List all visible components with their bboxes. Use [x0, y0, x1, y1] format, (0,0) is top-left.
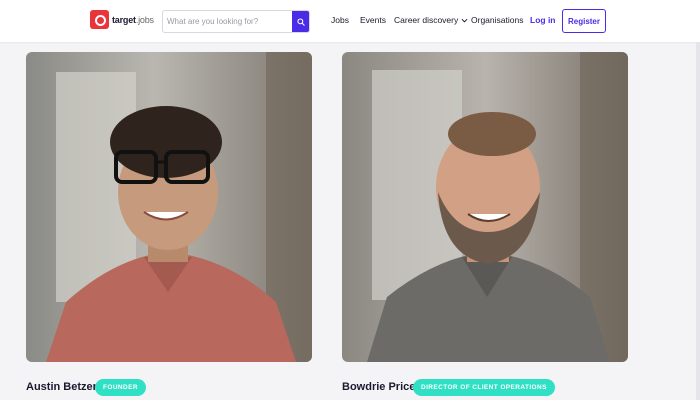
- team-member-name: Bowdrie Price: [342, 381, 416, 393]
- register-button[interactable]: Register: [562, 9, 606, 33]
- nav-organisations[interactable]: Organisations: [471, 15, 523, 25]
- logo-text: target.jobs: [112, 15, 154, 25]
- nav-jobs[interactable]: Jobs: [331, 15, 349, 25]
- logo-mark-icon: [90, 10, 109, 29]
- search-button[interactable]: [292, 11, 309, 32]
- team-member-photo: [342, 52, 628, 362]
- logo-name: target: [112, 14, 136, 25]
- page-scrollbar[interactable]: [696, 42, 700, 400]
- logo-suffix: .jobs: [135, 14, 154, 25]
- portrait-image: [342, 52, 628, 362]
- portrait-image: [26, 52, 312, 362]
- nav-events[interactable]: Events: [360, 15, 386, 25]
- login-link[interactable]: Log in: [530, 15, 556, 25]
- role-badge: FOUNDER: [95, 379, 146, 396]
- site-header: target.jobs Jobs Events Career discovery…: [0, 0, 700, 42]
- team-member-photo: [26, 52, 312, 362]
- chevron-down-icon: [461, 18, 468, 22]
- search-bar: [162, 10, 310, 33]
- search-icon: [296, 17, 305, 26]
- site-logo[interactable]: target.jobs: [90, 10, 154, 29]
- search-input[interactable]: [163, 11, 293, 32]
- nav-career-discovery[interactable]: Career discovery: [394, 15, 468, 25]
- role-badge: DIRECTOR OF CLIENT OPERATIONS: [413, 379, 555, 396]
- team-member-name: Austin Betzer: [26, 381, 97, 393]
- nav-career-discovery-label: Career discovery: [394, 15, 459, 25]
- page: target.jobs Jobs Events Career discovery…: [0, 0, 700, 400]
- logo-suffix-text: jobs: [138, 14, 154, 25]
